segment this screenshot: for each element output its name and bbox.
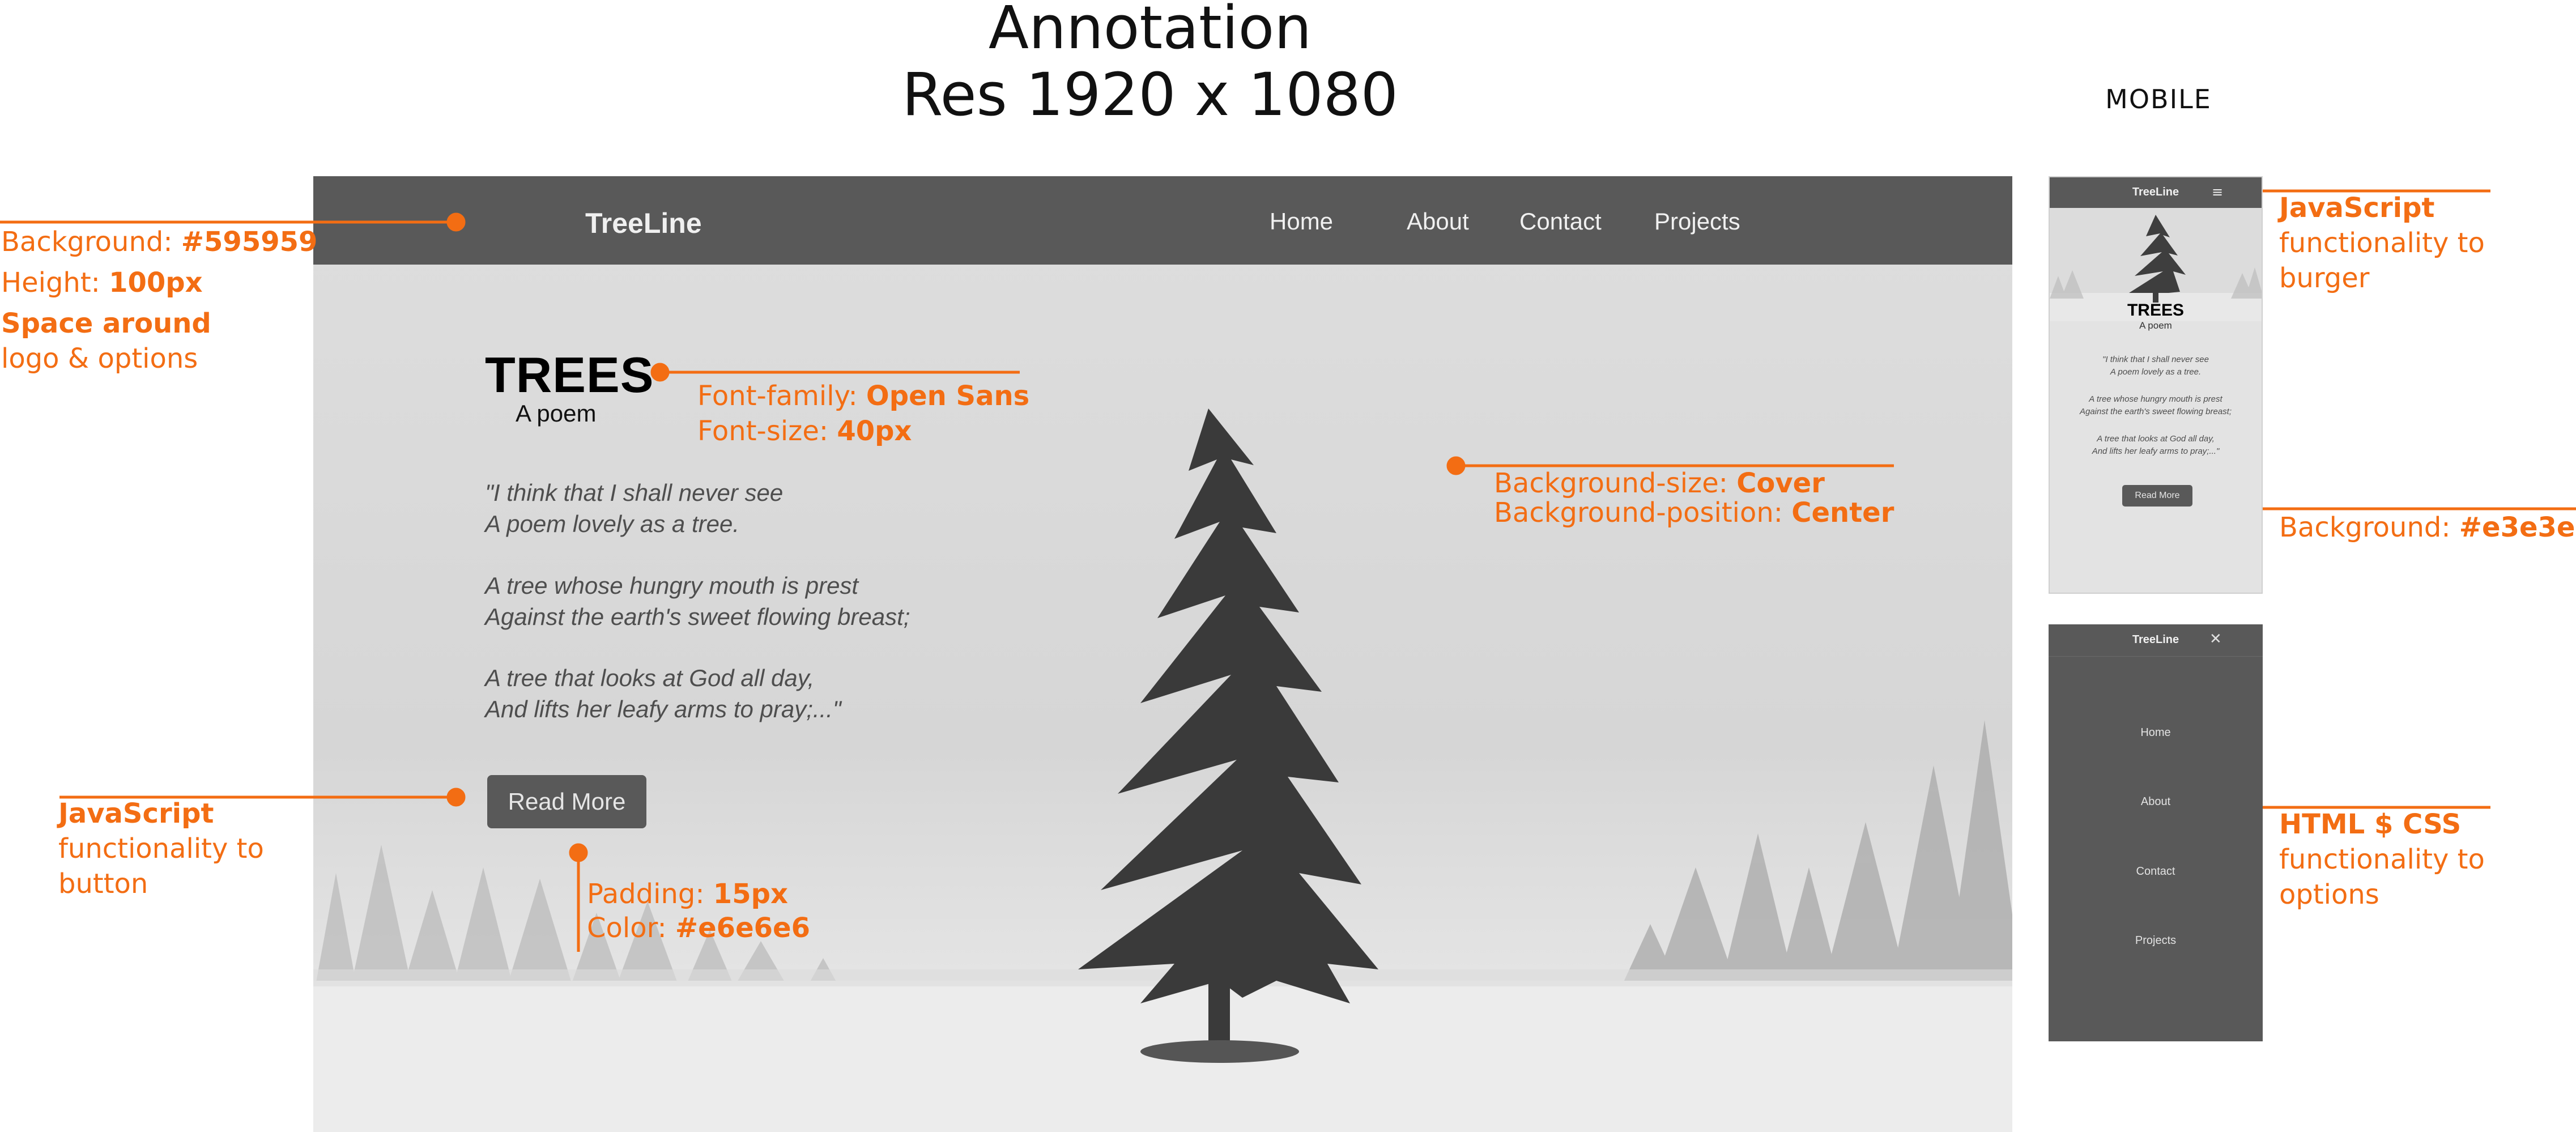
mobile-poem-line: Against the earth's sweet flowing breast…: [2079, 407, 2232, 416]
annotation-value: Open Sans: [866, 380, 1030, 412]
annotation-options: HTML $ CSS functionality to options: [2279, 807, 2485, 912]
annotation-value: JavaScript: [2279, 192, 2435, 224]
mobile-menu-mockup: TreeLine ✕ Home About Contact Projects: [2049, 624, 2263, 1041]
poem-line: And lifts her leafy arms to pray;...": [485, 696, 841, 722]
mobile-logo[interactable]: TreeLine: [2050, 186, 2262, 199]
nav-item-home[interactable]: Home: [1270, 208, 1333, 235]
annotation-label: button: [58, 868, 148, 900]
annotation-label: logo & options: [1, 343, 198, 375]
desktop-mockup: TreeLine Home About Contact Projects TRE…: [313, 176, 2012, 1132]
annotation-value: 40px: [837, 415, 912, 447]
annotation-value: 100px: [109, 267, 203, 299]
mobile-poem-heading: TREES: [2127, 301, 2185, 320]
annotation-value: HTML $ CSS: [2279, 808, 2462, 840]
poem-line: A tree whose hungry mouth is prest: [485, 572, 859, 599]
mobile-poem-line: A tree whose hungry mouth is prest: [2089, 394, 2222, 404]
annotation-label: Color:: [587, 912, 675, 944]
annotation-label: Background:: [1, 226, 181, 258]
mobile-poem-subheading: A poem: [2139, 320, 2172, 331]
annotation-label: Background-size:: [1494, 467, 1737, 499]
mobile-menu-logo[interactable]: TreeLine: [2049, 633, 2263, 646]
mobile-mockup: TreeLine ≡ TREES A poem "I think that I …: [2049, 176, 2263, 594]
annotation-navbar-background: Background: #595959: [1, 224, 317, 259]
annotation-label: options: [2279, 879, 2379, 910]
annotation-label: functionality to: [2279, 844, 2485, 875]
poem-line: A poem lovely as a tree.: [485, 510, 739, 537]
annotation-mobile-background: Background: #e3e3e3: [2279, 510, 2576, 545]
mobile-menu-item-home[interactable]: Home: [2049, 726, 2263, 739]
mobile-poem-line: A tree that looks at God all day,: [2097, 434, 2215, 444]
close-icon[interactable]: ✕: [2209, 631, 2222, 648]
poem-line: Against the earth's sweet flowing breast…: [485, 603, 910, 630]
poem-line: A tree that looks at God all day,: [485, 665, 815, 691]
annotation-label: Padding:: [587, 878, 713, 910]
nav-item-projects[interactable]: Projects: [1654, 208, 1740, 235]
hamburger-menu-icon[interactable]: ≡: [2212, 184, 2223, 200]
poem-heading: TREES: [485, 347, 654, 403]
annotation-background: Background-size: Cover Background-positi…: [1494, 469, 1894, 527]
title-line-2: Res 1920 x 1080: [902, 60, 1398, 129]
annotation-value: JavaScript: [58, 798, 214, 829]
mobile-poem-line: "I think that I shall never see: [2102, 355, 2209, 364]
read-more-button[interactable]: Read More: [487, 775, 646, 828]
annotation-label: burger: [2279, 262, 2370, 294]
mobile-menu-item-contact[interactable]: Contact: [2049, 865, 2263, 878]
annotation-value: Cover: [1736, 467, 1825, 499]
annotation-font: Font-family: Open Sans Font-size: 40px: [697, 378, 1029, 449]
mobile-label: MOBILE: [2105, 84, 2212, 114]
poem-subheading: A poem: [516, 400, 597, 427]
mobile-menu-item-projects[interactable]: Projects: [2049, 934, 2263, 947]
annotation-label: Height:: [1, 267, 109, 299]
desktop-navbar: TreeLine Home About Contact Projects: [313, 176, 2012, 265]
mobile-poem-line: And lifts her leafy arms to pray;...": [2092, 446, 2220, 456]
annotation-value: Center: [1791, 497, 1894, 529]
tree-background-image: [313, 176, 2012, 1132]
annotation-label: Font-family:: [697, 380, 866, 412]
mobile-menu-header: TreeLine ✕: [2049, 624, 2263, 657]
mobile-navbar: TreeLine ≡: [2050, 177, 2262, 208]
mobile-poem-line: A poem lovely as a tree.: [2110, 367, 2202, 377]
annotation-value: #e6e6e6: [675, 912, 810, 944]
mobile-read-more-button[interactable]: Read More: [2122, 485, 2192, 507]
annotation-value: 15px: [713, 878, 788, 910]
annotation-value: #e3e3e3: [2459, 512, 2576, 543]
annotation-label: functionality to: [58, 833, 264, 865]
desktop-logo[interactable]: TreeLine: [585, 207, 702, 240]
annotation-value: #595959: [181, 226, 318, 258]
annotation-burger-js: JavaScript functionality to burger: [2279, 190, 2485, 296]
nav-item-contact[interactable]: Contact: [1519, 208, 1602, 235]
nav-item-about[interactable]: About: [1407, 208, 1469, 235]
annotation-label: Background-position:: [1494, 497, 1792, 529]
poem-line: "I think that I shall never see: [485, 479, 784, 506]
annotation-navbar-height: Height: 100px: [1, 265, 203, 300]
page-title: Annotation Res 1920 x 1080: [753, 0, 1547, 128]
annotation-navbar-spacing: Space around logo & options: [1, 306, 211, 376]
title-line-1: Annotation: [988, 0, 1312, 62]
mobile-menu-item-about[interactable]: About: [2049, 795, 2263, 808]
annotation-label: functionality to: [2279, 227, 2485, 259]
annotation-button-js: JavaScript functionality to button: [58, 796, 264, 901]
annotation-value: Space around: [1, 308, 211, 339]
annotation-button-style: Padding: 15px Color: #e6e6e6: [587, 877, 810, 945]
annotation-label: Background:: [2279, 512, 2459, 543]
annotation-label: Font-size:: [697, 415, 837, 447]
